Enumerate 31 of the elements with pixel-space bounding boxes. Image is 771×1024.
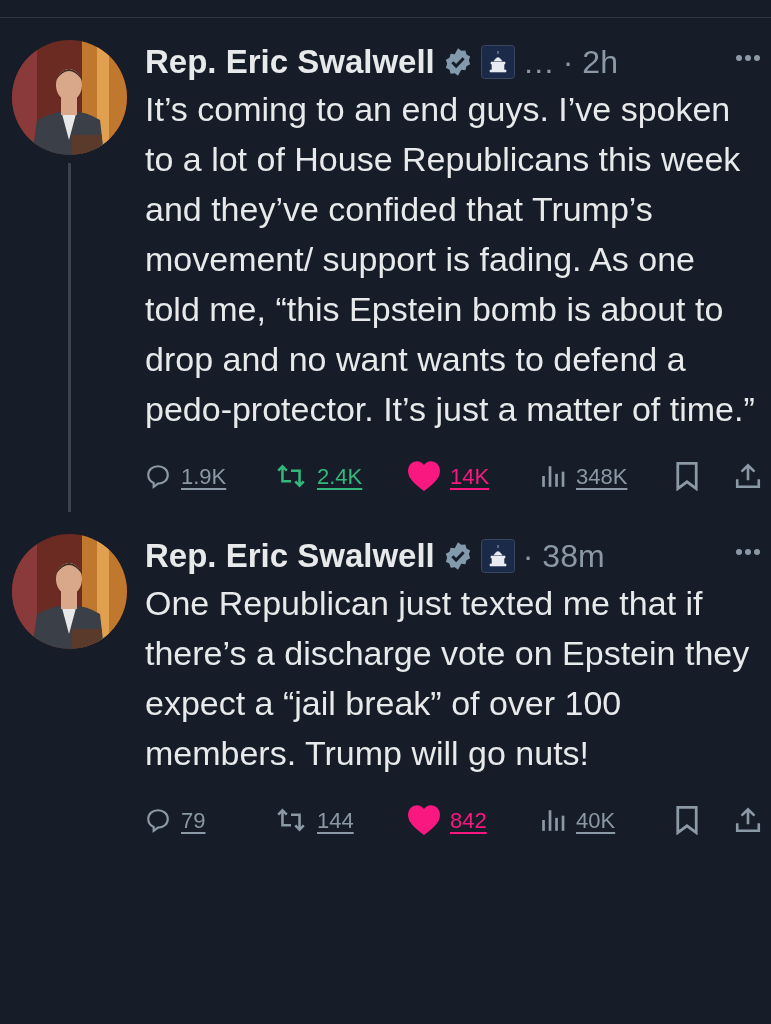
truncation-ellipsis: … bbox=[522, 43, 555, 82]
reply-icon[interactable] bbox=[145, 807, 171, 833]
more-icon[interactable] bbox=[735, 54, 761, 62]
count-link[interactable]: 144 bbox=[317, 803, 354, 837]
post-text: One Republican just texted me that if there’s a discharge vote on Epstein they expect a “jail break” of over 100 members. Trump will go nuts! bbox=[145, 583, 751, 774]
heart-icon[interactable] bbox=[408, 805, 440, 835]
views-icon[interactable] bbox=[540, 807, 566, 833]
views-icon[interactable] bbox=[540, 463, 566, 489]
post-time[interactable]: · 38m bbox=[522, 532, 605, 580]
author-name[interactable]: Rep. Eric Swalwell bbox=[145, 37, 435, 87]
count-link[interactable]: 79 bbox=[181, 803, 206, 837]
heart-icon[interactable] bbox=[408, 461, 440, 491]
share-icon[interactable] bbox=[735, 806, 761, 834]
count-link[interactable]: 1.9K bbox=[181, 459, 227, 493]
share-icon[interactable] bbox=[735, 462, 761, 490]
repost-icon[interactable] bbox=[275, 463, 307, 489]
count-link[interactable]: 842 bbox=[450, 803, 487, 837]
bookmark-icon[interactable] bbox=[675, 805, 699, 835]
count-link[interactable]: 2.4K bbox=[317, 459, 363, 493]
post-time[interactable]: · 2h bbox=[562, 38, 618, 86]
repost-icon[interactable] bbox=[275, 807, 307, 833]
author-name[interactable]: Rep. Eric Swalwell bbox=[145, 531, 435, 581]
count-link[interactable]: 14K bbox=[450, 459, 490, 493]
capitol-icon bbox=[480, 539, 515, 573]
post-text: It’s coming to an end guys. I’ve spoken to a lot of House Republicans this week and they’ve confided that Trump’s movement/ support is fading. As one told me, “this Epstein bomb is about to drop and no want wants to defend a pedo-protector. It’s just a matter of time.” bbox=[145, 89, 756, 430]
count-link[interactable]: 40K bbox=[576, 803, 616, 837]
count-link[interactable]: 348K bbox=[576, 459, 628, 493]
bookmark-icon[interactable] bbox=[675, 461, 699, 491]
more-icon[interactable] bbox=[735, 548, 761, 556]
reply-icon[interactable] bbox=[145, 463, 171, 489]
capitol-icon bbox=[480, 45, 515, 79]
